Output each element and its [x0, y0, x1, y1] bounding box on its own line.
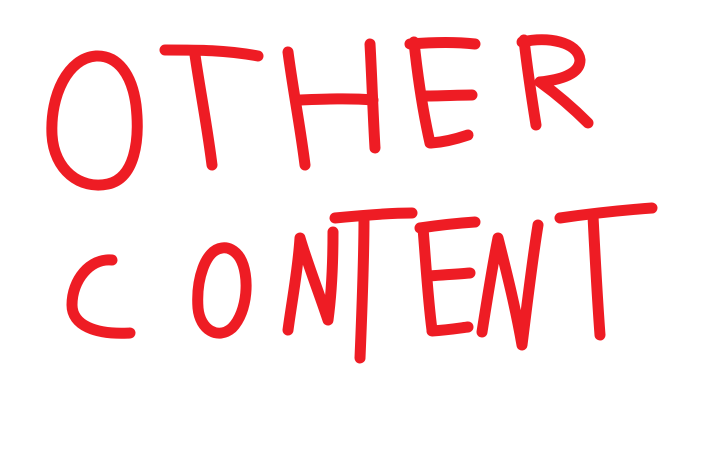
letter-r-leg: [534, 76, 594, 129]
drawing-canvas: OTHER CONTENT: [0, 0, 710, 475]
letter-e-1-mid: [416, 89, 478, 102]
letter-n: [282, 226, 339, 336]
letter-t-2-bar: [329, 207, 418, 224]
letter-e-2-mid: [422, 267, 476, 282]
word-other: [46, 34, 594, 191]
letter-e-1-top: [404, 37, 481, 50]
letter-h-cross: [294, 93, 379, 106]
letter-e-2-top: [414, 216, 481, 234]
letter-o-1: [46, 50, 143, 191]
handwriting-svg: [46, 34, 658, 364]
letter-c: [66, 254, 136, 339]
letter-n-2: [476, 219, 544, 351]
word-content: [66, 202, 658, 364]
letter-e-2-bottom: [426, 321, 474, 337]
letter-t-3-stem: [587, 210, 606, 341]
letter-r-stem: [518, 34, 542, 131]
letter-t-1-bar: [159, 44, 264, 62]
letter-h-left: [282, 46, 311, 171]
letter-t-2-stem: [354, 212, 370, 364]
letter-o-2: [192, 242, 252, 339]
letter-e-1-bottom: [425, 129, 474, 149]
letter-t-3-bar: [554, 202, 658, 224]
letter-t-1-stem: [189, 49, 218, 171]
